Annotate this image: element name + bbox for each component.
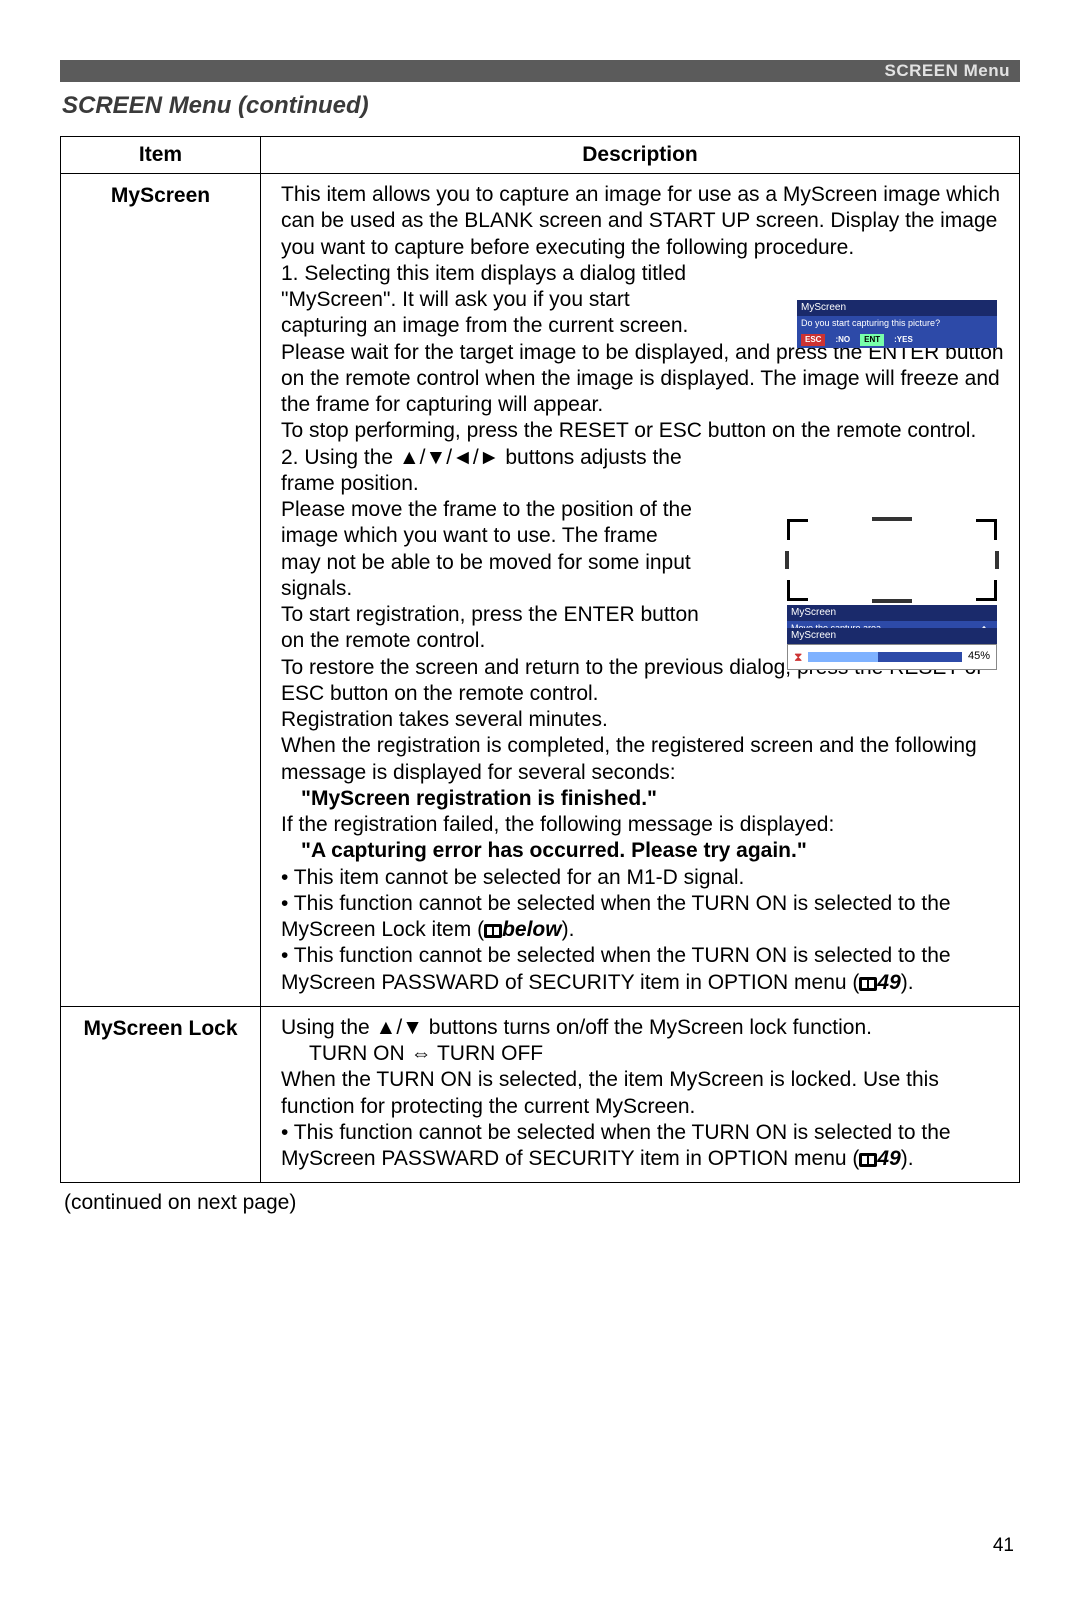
item-name: MyScreen <box>61 174 261 1007</box>
desc-text: When the TURN ON is selected, the item M… <box>281 1067 1005 1120</box>
chapter-header: SCREEN Menu <box>60 60 1020 82</box>
osd-no-label: :NO <box>831 334 854 346</box>
message-success: "MyScreen registration is finished." <box>281 786 1005 812</box>
osd-question: Do you start capturing this picture? <box>797 316 997 332</box>
hourglass-icon: ⧗ <box>794 651 802 663</box>
desc-text: 2. Using the ▲/▼/◄/► buttons adjusts the… <box>281 445 701 498</box>
desc-text: If the registration failed, the followin… <box>281 812 1005 838</box>
osd-title: MyScreen <box>787 628 997 644</box>
desc-text: When the registration is completed, the … <box>281 733 1005 786</box>
item-name: MyScreen Lock <box>61 1006 261 1183</box>
table-row: MyScreen MyScreen Do you start capturing… <box>61 174 1020 1007</box>
page-number: 41 <box>60 1535 1020 1557</box>
osd-dialog-progress: MyScreen ⧗ 45% <box>787 628 997 670</box>
osd-ent-chip: ENT <box>860 334 884 346</box>
desc-note: • This item cannot be selected for an M1… <box>281 865 1005 891</box>
osd-title: MyScreen <box>787 605 997 621</box>
chapter-header-label: SCREEN Menu <box>885 61 1010 81</box>
osd-esc-chip: ESC <box>801 334 825 346</box>
desc-text: Please move the frame to the position of… <box>281 497 701 602</box>
col-header-desc: Description <box>261 137 1020 174</box>
capture-frame-icon <box>787 519 997 601</box>
osd-button-row: ESC :NO ENT :YES <box>797 332 997 348</box>
desc-text: To stop performing, press the RESET or E… <box>281 418 1005 444</box>
osd-progress-row: ⧗ 45% <box>787 644 997 670</box>
table-row: MyScreen Lock Using the ▲/▼ buttons turn… <box>61 1006 1020 1183</box>
book-ref-icon <box>859 1153 877 1167</box>
progress-bar <box>808 652 962 662</box>
progress-percent: 45% <box>968 650 990 664</box>
desc-text: To start registration, press the ENTER b… <box>281 602 701 655</box>
desc-text: This item allows you to capture an image… <box>281 182 1005 261</box>
osd-title: MyScreen <box>797 300 997 316</box>
book-ref-icon <box>859 977 877 991</box>
menu-table: Item Description MyScreen MyScreen Do yo… <box>60 136 1020 1183</box>
desc-text: 1. Selecting this item displays a dialog… <box>281 261 711 340</box>
desc-note: • This function cannot be selected when … <box>281 891 1005 944</box>
desc-text: Registration takes several minutes. <box>281 707 1005 733</box>
osd-dialog-capture-confirm: MyScreen Do you start capturing this pic… <box>797 300 997 348</box>
message-error: "A capturing error has occurred. Please … <box>281 838 1005 864</box>
osd-yes-label: :YES <box>890 334 917 346</box>
desc-text: Using the ▲/▼ buttons turns on/off the M… <box>281 1015 1005 1041</box>
desc-note: • This function cannot be selected when … <box>281 1120 1005 1173</box>
continued-note: (continued on next page) <box>64 1191 1020 1215</box>
col-header-item: Item <box>61 137 261 174</box>
toggle-options: TURN ON ⇔ TURN OFF <box>281 1041 1005 1067</box>
desc-note: • This function cannot be selected when … <box>281 943 1005 996</box>
section-title: SCREEN Menu (continued) <box>62 92 1020 120</box>
book-ref-icon <box>484 924 502 938</box>
desc-text: Please wait for the target image to be d… <box>281 340 1005 419</box>
